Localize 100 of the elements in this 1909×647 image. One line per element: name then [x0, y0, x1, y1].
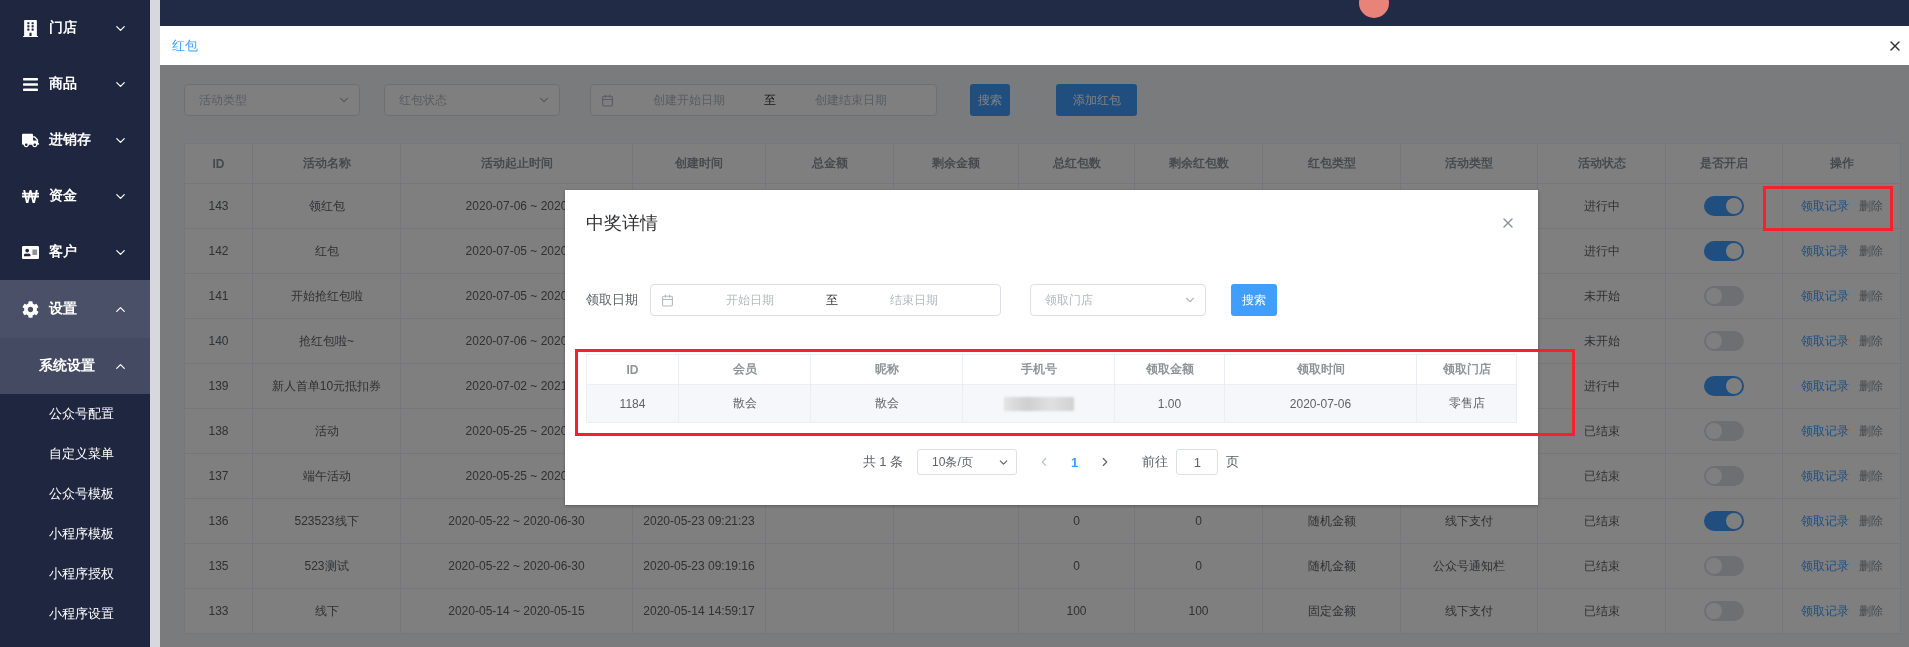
table-cell: 2020-05-14 14:59:17: [643, 604, 755, 618]
table-cell: 领红包: [308, 198, 345, 213]
end-date-placeholder: 结束日期: [889, 291, 939, 309]
records-link[interactable]: 领取记录: [1800, 423, 1849, 438]
search-button[interactable]: 搜索: [1231, 284, 1277, 316]
records-link[interactable]: 领取记录: [1800, 288, 1849, 303]
table-cell: 2020-05-22 ~ 2020-06-30: [448, 514, 585, 528]
date-range-field[interactable]: 开始日期 至 结束日期: [650, 284, 1001, 316]
start-date-placeholder: 开始日期: [725, 291, 775, 309]
field-label: 领取日期: [586, 291, 639, 309]
menu-item[interactable]: 资金: [0, 168, 150, 224]
toggle-switch[interactable]: [1704, 241, 1744, 261]
range-separator: 至: [826, 291, 838, 309]
table-cell: 2020-05-23 09:21:23: [643, 514, 755, 528]
records-link[interactable]: 领取记录: [1800, 603, 1849, 618]
toggle-switch[interactable]: [1704, 511, 1744, 531]
table-cell: 142: [208, 244, 229, 258]
column-header: 领取门店: [1416, 354, 1517, 385]
table-cell: 红包: [314, 243, 339, 258]
menu-item[interactable]: 进销存: [0, 112, 150, 168]
menu-icon: [22, 187, 39, 205]
table-cell: 139: [208, 379, 229, 393]
menu-icon: [22, 243, 39, 261]
table-cell: 2020-07-06: [1289, 396, 1352, 411]
table-cell: 已结束: [1583, 468, 1620, 483]
submenu-link[interactable]: 小程序授权: [0, 554, 150, 594]
column-header: 会员: [678, 354, 811, 385]
table-cell: 0: [1073, 559, 1080, 573]
column-header: 领取金额: [1114, 354, 1225, 385]
submenu-link[interactable]: 公众号配置: [0, 394, 150, 434]
table-cell: 523523线下: [294, 513, 359, 528]
column-header: 昵称: [810, 354, 963, 385]
page-number[interactable]: 1: [1071, 454, 1079, 470]
table-cell: 进行中: [1583, 378, 1620, 393]
records-link[interactable]: 领取记录: [1800, 198, 1849, 213]
page-suffix: 页: [1226, 453, 1240, 471]
column-header: 手机号: [962, 354, 1115, 385]
table-cell: 开始抢红包啦: [290, 288, 363, 303]
menu-item[interactable]: 客户: [0, 224, 150, 280]
table-cell: 133: [208, 604, 229, 618]
table-cell: 已结束: [1583, 423, 1620, 438]
table-cell: 活动: [314, 423, 339, 438]
table-cell: 2020-07-02 ~ 2021: [465, 379, 568, 393]
table-cell: 523测试: [304, 558, 349, 573]
toggle-switch[interactable]: [1704, 376, 1744, 396]
table-cell: 未开始: [1583, 288, 1620, 303]
table-cell: 1184: [619, 396, 646, 411]
records-link[interactable]: 领取记录: [1800, 333, 1849, 348]
table-cell: 0: [1195, 514, 1202, 528]
table-cell: 线下支付: [1445, 603, 1493, 618]
table-cell: 0: [1073, 514, 1080, 528]
column-header: 领取时间: [1224, 354, 1417, 385]
blurred-text: [1003, 396, 1074, 411]
table-cell: 136: [208, 514, 229, 528]
page-title: 红包: [172, 36, 198, 55]
menu-icon: [22, 19, 39, 37]
table-cell: 零售店: [1448, 396, 1485, 410]
store-select[interactable]: 领取门店: [1030, 284, 1206, 316]
table-cell: 2020-05-23 09:19:16: [643, 559, 755, 573]
calendar-icon: [601, 93, 614, 107]
submenu-link[interactable]: 自定义菜单: [0, 434, 150, 474]
table-cell: 新人首单10元抵扣券: [271, 378, 382, 393]
table-cell: 进行中: [1583, 198, 1620, 213]
submenu-link[interactable]: 公众号模板: [0, 474, 150, 514]
table-cell: 固定金额: [1307, 603, 1356, 618]
table-cell: 135: [208, 559, 229, 573]
table-cell: 进行中: [1583, 243, 1620, 258]
table-cell: 100: [1188, 604, 1209, 618]
menu-icon: [22, 300, 39, 318]
add-button[interactable]: 添加红包: [1056, 84, 1137, 116]
page-input[interactable]: 1: [1176, 449, 1219, 475]
table-cell: 143: [208, 199, 229, 213]
table-cell: 100: [1066, 604, 1087, 618]
search-button[interactable]: 搜索: [970, 84, 1010, 116]
table-cell: 线下支付: [1445, 513, 1493, 528]
submenu-item[interactable]: 系统设置: [0, 338, 150, 394]
submenu-link[interactable]: 小程序模板: [0, 514, 150, 554]
menu-item[interactable]: 设置: [0, 280, 150, 338]
table-cell: 端午活动: [302, 468, 351, 483]
menu-item[interactable]: 商品: [0, 56, 150, 112]
menu-icon: [22, 131, 39, 149]
records-link[interactable]: 领取记录: [1800, 468, 1849, 483]
records-link[interactable]: 领取记录: [1800, 378, 1849, 393]
menu-item[interactable]: 门店: [0, 0, 150, 56]
records-link[interactable]: 领取记录: [1800, 243, 1849, 258]
table-cell: 已结束: [1583, 513, 1620, 528]
table-cell: 抢红包啦~: [299, 333, 354, 348]
table-cell: 公众号通知栏: [1433, 558, 1505, 573]
table-cell: 散会: [732, 396, 757, 410]
table-cell: 0: [1195, 559, 1202, 573]
records-link[interactable]: 领取记录: [1800, 513, 1849, 528]
table-cell: 138: [208, 424, 229, 438]
toggle-switch[interactable]: [1704, 196, 1744, 216]
records-link[interactable]: 领取记录: [1800, 558, 1849, 573]
table-cell: 137: [208, 469, 229, 483]
table-cell: 141: [208, 289, 229, 303]
table-cell: 随机金额: [1307, 513, 1356, 528]
submenu-link[interactable]: 小程序设置: [0, 594, 150, 634]
total-count: 共 1 条: [862, 453, 904, 471]
page-size-select[interactable]: 10条/页: [917, 449, 1018, 475]
